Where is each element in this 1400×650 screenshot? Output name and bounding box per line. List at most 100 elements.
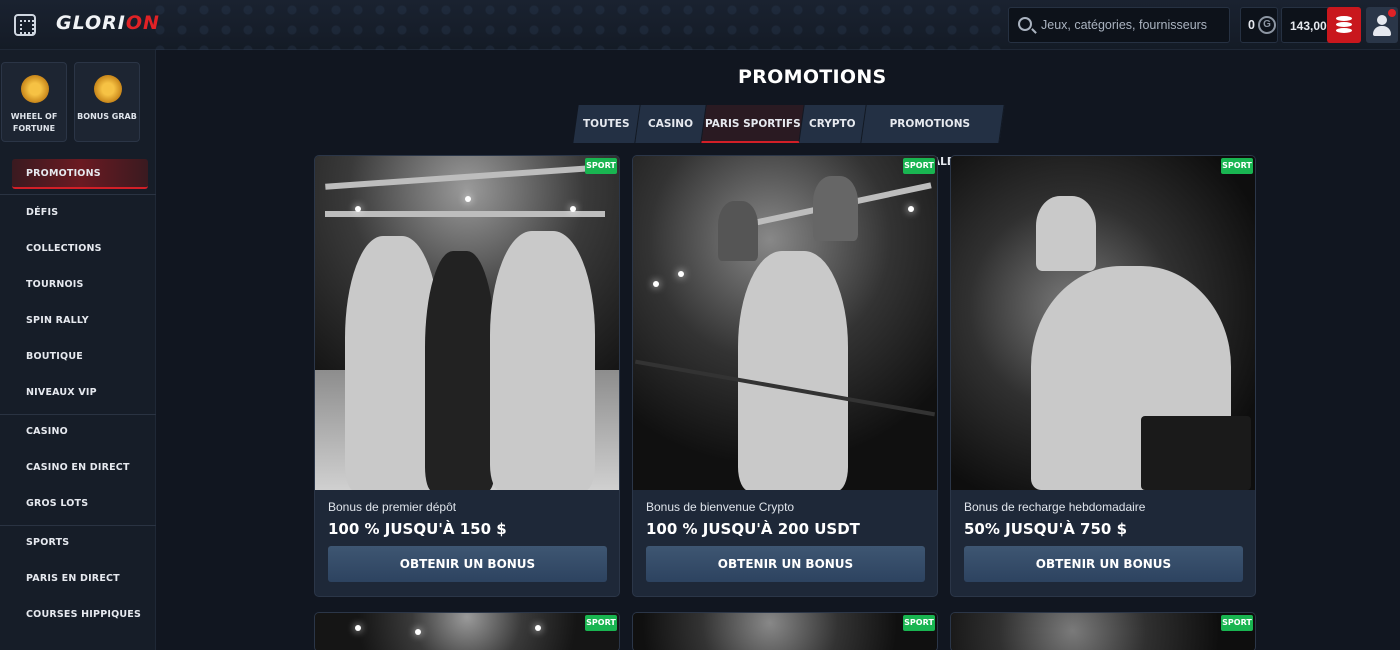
promo-subtitle: Bonus de premier dépôt — [328, 500, 457, 514]
chip-stack-icon — [1336, 28, 1352, 33]
lighting-truss — [325, 164, 605, 190]
user-icon — [1377, 15, 1387, 25]
referee-figure — [425, 251, 495, 490]
wheel-icon — [21, 75, 49, 103]
tab-crypto[interactable]: CRYPTO — [799, 105, 867, 143]
sidebar-item-spin-rally[interactable]: SPIN RALLY — [12, 306, 148, 336]
promo-image: SPORT — [951, 156, 1255, 490]
logo[interactable]: GLORION — [56, 12, 160, 34]
sidebar-item-paris-en-direct[interactable]: PARIS EN DIRECT — [12, 564, 148, 594]
promo-card[interactable]: SPORT — [632, 612, 938, 650]
fighter-figure — [738, 251, 848, 490]
fighter-stance-photo — [951, 156, 1255, 490]
sidebar-item-casino[interactable]: CASINO — [12, 417, 148, 447]
notification-dot — [1388, 9, 1396, 17]
tab-casino[interactable]: CASINO — [635, 105, 707, 143]
champion-photo — [633, 156, 937, 490]
search-input[interactable] — [1041, 16, 1223, 34]
sidebar-item-tournois[interactable]: TOURNOIS — [12, 270, 148, 300]
arena-photo — [315, 156, 619, 490]
sidebar-item-casino-en-direct[interactable]: CASINO EN DIRECT — [12, 453, 148, 483]
get-bonus-button[interactable]: OBTENIR UN BONUS — [964, 546, 1243, 582]
chip-stack-icon — [1336, 22, 1352, 27]
sport-badge: SPORT — [1221, 615, 1253, 631]
user-icon-body — [1373, 26, 1391, 36]
stage-light — [465, 196, 471, 202]
menu-icon[interactable] — [14, 14, 36, 36]
stage-light — [535, 625, 541, 631]
championship-belt — [718, 201, 758, 261]
stage-light — [570, 206, 576, 212]
stage-light — [653, 281, 659, 287]
logo-part1: GLORI — [56, 12, 126, 34]
championship-belt — [813, 176, 858, 241]
stage-light — [415, 629, 421, 635]
promo-card[interactable]: SPORT Bonus de recharge hebdomadaire 50%… — [950, 155, 1256, 597]
fighter-head — [1036, 196, 1096, 271]
promo-image: SPORT — [633, 613, 937, 650]
arena-photo — [633, 613, 937, 650]
stage-light — [355, 625, 361, 631]
tab-toutes[interactable]: TOUTES — [573, 105, 641, 143]
promo-headline: 50% JUSQU'À 750 $ — [964, 520, 1128, 538]
sidebar-item-gros-lots[interactable]: GROS LOTS — [12, 489, 148, 519]
sport-badge: SPORT — [585, 158, 617, 174]
fighter-shorts — [1141, 416, 1251, 490]
divider — [0, 414, 156, 415]
promo-image: SPORT — [315, 613, 619, 650]
promo-subtitle: Bonus de bienvenue Crypto — [646, 500, 795, 514]
promo-card[interactable]: SPORT — [950, 612, 1256, 650]
lighting-truss — [325, 211, 605, 217]
sport-badge: SPORT — [903, 615, 935, 631]
divider — [0, 525, 156, 526]
profile-button[interactable] — [1366, 7, 1398, 43]
sidebar-item-collections[interactable]: COLLECTIONS — [12, 234, 148, 264]
promo-image: SPORT — [633, 156, 937, 490]
bonus-grab-tile[interactable]: BONUS GRAB — [74, 62, 140, 142]
promo-card[interactable]: SPORT Bonus de bienvenue Crypto 100 % JU… — [632, 155, 938, 597]
get-bonus-button[interactable]: OBTENIR UN BONUS — [646, 546, 925, 582]
search-box[interactable] — [1008, 7, 1230, 43]
wheel-of-fortune-tile[interactable]: WHEEL OF FORTUNE — [1, 62, 67, 142]
search-icon — [1018, 17, 1032, 31]
bonus-coin-icon — [94, 75, 122, 103]
stage-light — [355, 206, 361, 212]
tab-label: PARIS SPORTIFS — [704, 118, 801, 130]
sidebar-item-boutique[interactable]: BOUTIQUE — [12, 342, 148, 372]
promo-image: SPORT — [951, 613, 1255, 650]
header-pattern — [150, 0, 1010, 50]
stage-light — [908, 206, 914, 212]
get-bonus-button[interactable]: OBTENIR UN BONUS — [328, 546, 607, 582]
tab-promotions-speciales[interactable]: PROMOTIONS SPÉCIALES — [861, 105, 1005, 168]
arena-photo — [315, 613, 619, 650]
chip-stack-icon — [1336, 16, 1352, 21]
tile-label: BONUS GRAB — [77, 112, 137, 121]
deposit-button[interactable] — [1327, 7, 1361, 43]
sport-badge: SPORT — [1221, 158, 1253, 174]
sidebar-item-sports[interactable]: SPORTS — [12, 528, 148, 558]
sidebar-item-promotions[interactable]: PROMOTIONS — [12, 159, 148, 189]
fighter-figure — [490, 231, 595, 490]
stage-light — [678, 271, 684, 277]
tab-paris-sportifs[interactable]: PARIS SPORTIFS — [701, 105, 805, 143]
wallet-balance[interactable]: 143,00 $ — [1281, 7, 1361, 43]
logo-part2: ON — [125, 12, 160, 34]
divider — [0, 194, 156, 195]
promo-headline: 100 % JUSQU'À 150 $ — [328, 520, 507, 538]
tab-label: CRYPTO — [809, 118, 856, 130]
tab-label: TOUTES — [583, 118, 630, 130]
promo-subtitle: Bonus de recharge hebdomadaire — [964, 500, 1146, 514]
promo-card[interactable]: SPORT Bonus de premier dépôt 100 % JUSQU… — [314, 155, 620, 597]
coin-icon: G — [1258, 16, 1276, 34]
top-header: GLORION 0 G 143,00 $ — [0, 0, 1400, 50]
coin-count: 0 — [1248, 18, 1255, 32]
sidebar-item-defis[interactable]: DÉFIS — [12, 198, 148, 228]
promo-card[interactable]: SPORT — [314, 612, 620, 650]
coin-balance[interactable]: 0 G — [1240, 7, 1278, 43]
arena-photo — [951, 613, 1255, 650]
promo-image: SPORT — [315, 156, 619, 490]
sidebar-item-niveaux-vip[interactable]: NIVEAUX VIP — [12, 378, 148, 408]
tab-label: CASINO — [647, 118, 693, 130]
sport-badge: SPORT — [585, 615, 617, 631]
sidebar-item-courses-hippiques[interactable]: COURSES HIPPIQUES — [12, 600, 148, 630]
